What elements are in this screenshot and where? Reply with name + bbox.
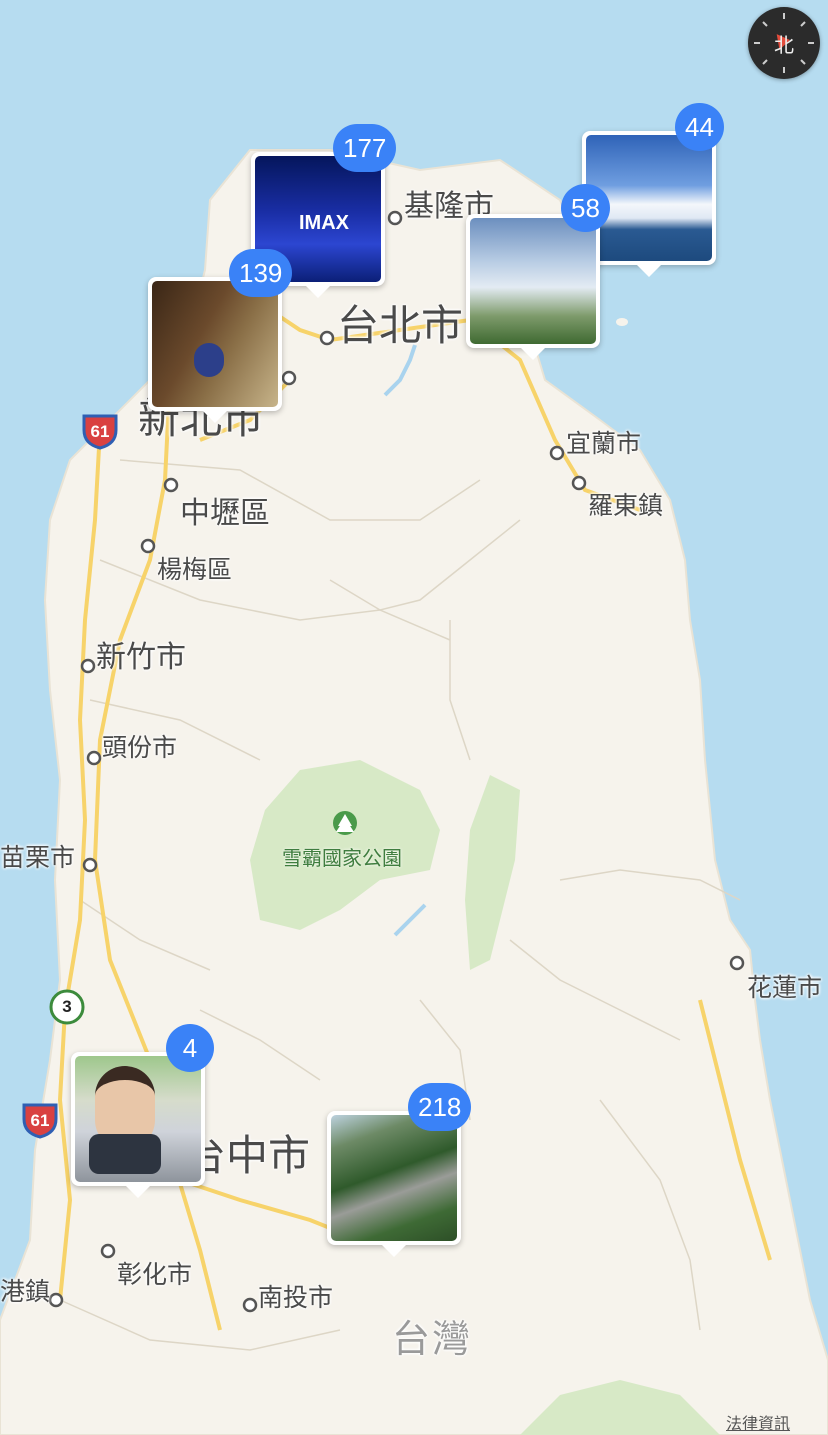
city-label-hsinchu: 新竹市 [96, 640, 186, 675]
photo-count-badge[interactable]: 177 [333, 124, 397, 172]
photo-count-badge[interactable]: 58 [561, 184, 610, 232]
city-label-luodong: 羅東鎮 [588, 491, 664, 520]
city-dot-icon [729, 955, 745, 971]
plush-body [89, 1134, 161, 1174]
photo-count-badge[interactable]: 139 [229, 249, 293, 297]
photo-pin-plush[interactable] [71, 1052, 205, 1198]
route-shield-icon: 61 [80, 414, 120, 450]
photo-pin-figure[interactable] [148, 277, 282, 423]
route-number: 61 [30, 1111, 50, 1130]
city-dot-icon [163, 477, 179, 493]
city-label-toufen: 頭份市 [102, 733, 178, 762]
photo-count-badge[interactable]: 4 [166, 1024, 214, 1072]
city-label-changhua: 彰化市 [117, 1260, 193, 1289]
compass-north-label: 北 [774, 33, 794, 57]
route-number: 61 [90, 422, 110, 441]
photo-thumbnail [331, 1115, 457, 1241]
route-number: 3 [62, 997, 72, 1016]
city-label-lugang: 港鎮 [0, 1277, 51, 1306]
park-label: 雪霸國家公園 [282, 846, 402, 870]
photo-pin-clouds[interactable] [466, 214, 600, 360]
photo-thumbnail [152, 281, 278, 407]
photo-pin-aerial[interactable] [327, 1111, 461, 1257]
photo-thumbnail [470, 218, 596, 344]
city-dot-icon [82, 857, 98, 873]
thumb-text: IMAX [299, 212, 349, 234]
city-label-zhongli: 中壢區 [180, 496, 270, 531]
city-dot-icon [48, 1292, 64, 1308]
figure-shape [194, 343, 224, 377]
photo-count-badge[interactable]: 218 [408, 1083, 472, 1131]
city-label-miaoli: 苗栗市 [0, 843, 76, 872]
city-label-hualien: 花蓮市 [747, 973, 823, 1002]
city-dot-icon [319, 330, 335, 346]
city-dot-icon [86, 750, 102, 766]
park-tree-icon [333, 811, 357, 835]
island [616, 318, 628, 326]
city-label-yangmei: 楊梅區 [157, 555, 233, 584]
city-label-nantou: 南投市 [258, 1283, 334, 1312]
compass-icon[interactable]: 北 [748, 7, 820, 79]
region-label-taiwan: 台灣 [392, 1317, 473, 1361]
city-dot-icon [100, 1243, 116, 1259]
city-dot-icon [571, 475, 587, 491]
route-shield-icon: 61 [20, 1103, 60, 1139]
photo-count-badge[interactable]: 44 [675, 103, 724, 151]
city-dot-icon [281, 370, 297, 386]
city-label-yilan: 宜蘭市 [566, 429, 642, 458]
city-dot-icon [387, 210, 403, 226]
city-dot-icon [80, 658, 96, 674]
photo-thumbnail [75, 1056, 201, 1182]
route-shield-icon: 3 [47, 989, 87, 1025]
city-dot-icon [242, 1297, 258, 1313]
city-dot-icon [549, 445, 565, 461]
city-dot-icon [140, 538, 156, 554]
city-label-taipei: 台北市 [337, 301, 464, 350]
legal-link[interactable]: 法律資訊 [726, 1410, 790, 1434]
